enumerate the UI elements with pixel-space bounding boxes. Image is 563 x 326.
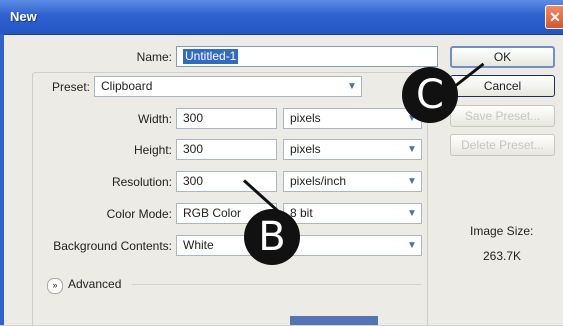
- image-size-label: Image Size:: [470, 224, 534, 238]
- chevron-down-icon: ▼: [347, 81, 357, 92]
- close-icon[interactable]: ✕: [545, 5, 563, 29]
- name-label: Name:: [136, 50, 172, 64]
- chevron-down-icon: ▼: [407, 240, 417, 251]
- width-field[interactable]: 300: [176, 108, 277, 129]
- ok-button[interactable]: OK: [450, 46, 555, 68]
- preset-label: Preset:: [51, 80, 90, 94]
- bit-depth-value: 8 bit: [290, 206, 313, 220]
- color-mode-value: RGB Color: [183, 206, 242, 220]
- name-value: Untitled-1: [183, 49, 239, 64]
- chevron-down-icon: ▼: [407, 208, 417, 219]
- image-size-value: 263.7K: [483, 249, 522, 263]
- callout-c-marker: C: [402, 67, 458, 123]
- advanced-label[interactable]: Advanced: [68, 277, 121, 291]
- resolution-field[interactable]: 300: [176, 171, 277, 192]
- height-unit-value: pixels: [290, 142, 321, 156]
- window-frame: [0, 34, 4, 325]
- callout-b-marker: B: [244, 209, 300, 265]
- preset-select[interactable]: Clipboard ▼: [94, 76, 362, 97]
- height-unit-select[interactable]: pixels ▼: [283, 139, 422, 160]
- color-mode-label: Color Mode:: [106, 207, 172, 221]
- background-contents-value: White: [183, 238, 214, 252]
- taskbar-fragment: [290, 316, 378, 325]
- width-unit-value: pixels: [290, 111, 321, 125]
- resolution-unit-select[interactable]: pixels/inch ▼: [283, 171, 422, 192]
- height-field[interactable]: 300: [176, 139, 277, 160]
- save-preset-button[interactable]: Save Preset...: [450, 105, 555, 127]
- resolution-value: 300: [183, 174, 204, 188]
- width-unit-select[interactable]: pixels ▼: [283, 108, 422, 129]
- name-field[interactable]: Untitled-1: [176, 46, 438, 67]
- height-value: 300: [183, 142, 204, 156]
- resolution-unit-value: pixels/inch: [290, 174, 347, 188]
- advanced-divider: [132, 284, 422, 285]
- delete-preset-button[interactable]: Delete Preset...: [450, 134, 555, 156]
- width-label: Width:: [137, 112, 172, 126]
- height-label: Height:: [133, 143, 172, 157]
- chevron-down-icon: ▼: [407, 176, 417, 187]
- chevron-down-icon: ▼: [407, 144, 417, 155]
- bit-depth-select[interactable]: 8 bit ▼: [283, 203, 422, 224]
- preset-value: Clipboard: [101, 79, 153, 93]
- title-bar[interactable]: New ✕: [0, 0, 563, 35]
- resolution-label: Resolution:: [111, 175, 172, 189]
- new-document-dialog: New ✕ Name: Untitled-1 Preset: Clipboard…: [0, 0, 563, 326]
- advanced-toggle-icon[interactable]: »: [47, 278, 63, 294]
- background-contents-label: Background Contents:: [53, 239, 172, 253]
- dialog-title: New: [10, 9, 37, 24]
- width-value: 300: [183, 111, 204, 125]
